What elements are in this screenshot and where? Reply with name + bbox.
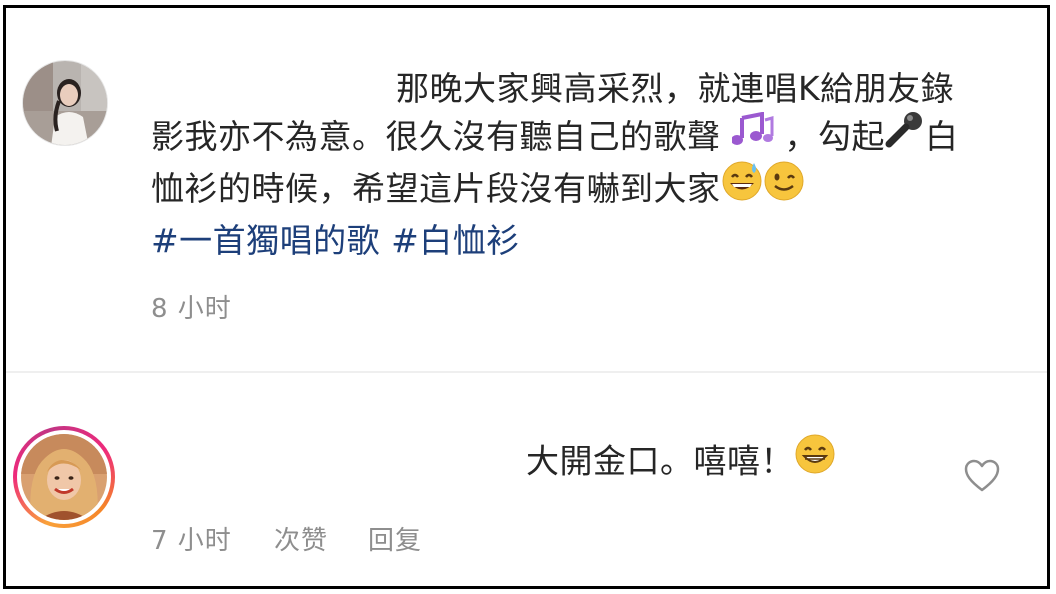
caption-author-avatar[interactable] [22, 60, 108, 146]
caption-timestamp: 8 小时 [151, 294, 232, 324]
like-heart-icon[interactable] [964, 459, 1000, 493]
grin-icon [794, 433, 836, 487]
divider [6, 371, 1047, 373]
hashtag-link[interactable]: #白恤衫 [391, 221, 520, 260]
hashtag-link[interactable]: #一首獨唱的歌 [151, 221, 380, 260]
reply-text: 大開金口。嘻嘻！ [526, 433, 836, 490]
music-notes-icon [730, 111, 774, 159]
sweat-smile-icon [721, 160, 763, 215]
caption-line-2: 影我亦不為意。很久沒有聽自己的歌聲 ，勾起白 [151, 110, 1001, 164]
caption-line-1: 那晚大家興高采烈，就連唱K給朋友錄 [396, 69, 955, 108]
reply-timestamp: 7 小时 [151, 526, 232, 556]
microphone-icon [885, 110, 925, 161]
caption-text: 那晚大家興高采烈，就連唱K給朋友錄 影我亦不為意。很久沒有聽自己的歌聲 ，勾起白… [151, 66, 1001, 264]
comments-panel: 那晚大家興高采烈，就連唱K給朋友錄 影我亦不為意。很久沒有聽自己的歌聲 ，勾起白… [3, 5, 1050, 589]
caption-line-3: 恤衫的時候，希望這片段沒有嚇到大家 [151, 160, 1001, 218]
wink-icon [763, 160, 805, 215]
like-count-button[interactable]: 次赞 [274, 520, 328, 557]
reply-author-avatar[interactable] [13, 426, 115, 528]
caption-hashtags: #一首獨唱的歌 #白恤衫 [151, 218, 1001, 265]
avatar [21, 434, 107, 520]
reply-button[interactable]: 回复 [368, 520, 422, 557]
